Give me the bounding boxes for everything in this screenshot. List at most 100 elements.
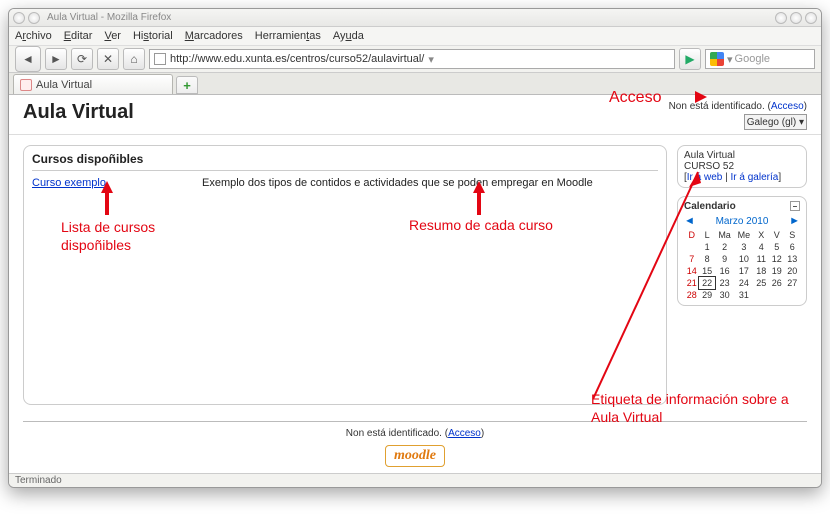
calendar-day[interactable]: 29 xyxy=(699,289,714,301)
calendar-prev-button[interactable]: ◄ xyxy=(684,215,695,227)
calendar-month[interactable]: Marzo 2010 xyxy=(716,216,769,227)
menu-ver[interactable]: Ver xyxy=(104,30,121,42)
calendar-day[interactable]: 26 xyxy=(769,277,784,289)
menu-historial[interactable]: Historial xyxy=(133,30,173,42)
window-titlebar: Aula Virtual - Mozilla Firefox xyxy=(9,9,821,27)
window-menu-icon[interactable] xyxy=(13,12,25,24)
browser-menubar: Archivo Editar Ver Historial Marcadores … xyxy=(9,27,821,45)
search-placeholder: Google xyxy=(735,53,770,65)
page-footer: Non está identificado. (Acceso) moodle xyxy=(23,421,807,467)
calendar-dow: Ma xyxy=(715,229,734,241)
calendar-day xyxy=(754,289,769,301)
calendar-day[interactable]: 13 xyxy=(784,253,800,265)
calendar-day[interactable]: 15 xyxy=(699,265,714,277)
calendar-day[interactable]: 24 xyxy=(734,277,753,289)
url-dropdown-icon[interactable]: ▾ xyxy=(428,53,434,66)
page-favicon-icon xyxy=(154,53,166,65)
info-link-web[interactable]: Ir á web xyxy=(687,172,723,183)
calendar-day[interactable]: 5 xyxy=(769,241,784,253)
page-title: Aula Virtual xyxy=(23,101,134,124)
calendar-day xyxy=(684,241,699,253)
nav-go-button[interactable]: ▶ xyxy=(679,48,701,70)
calendar-day[interactable]: 18 xyxy=(754,265,769,277)
calendar-dow: X xyxy=(754,229,769,241)
info-line2: CURSO 52 xyxy=(684,161,800,172)
calendar-dow: D xyxy=(684,229,699,241)
browser-tabstrip: Aula Virtual + xyxy=(9,73,821,95)
calendar-day[interactable]: 20 xyxy=(784,265,800,277)
calendar-title: Calendario xyxy=(684,201,736,212)
language-select[interactable]: Galego (gl) ▾ xyxy=(744,114,807,130)
nav-home-button[interactable]: ⌂ xyxy=(123,48,145,70)
calendar-day[interactable]: 1 xyxy=(699,241,714,253)
calendar-day[interactable]: 9 xyxy=(715,253,734,265)
course-row: Curso exemplo Exemplo dos tipos de conti… xyxy=(32,177,658,189)
window-close-icon[interactable] xyxy=(775,12,787,24)
calendar-day[interactable]: 28 xyxy=(684,289,699,301)
footer-login-link[interactable]: Acceso xyxy=(448,428,481,439)
calendar-day[interactable]: 12 xyxy=(769,253,784,265)
menu-ayuda[interactable]: Ayuda xyxy=(333,30,364,42)
calendar-block: Calendario – ◄ Marzo 2010 ► DLMaMeXVS 12… xyxy=(677,196,807,306)
courses-box: Cursos dispoñibles Curso exemplo Exemplo… xyxy=(23,145,667,405)
calendar-day[interactable]: 14 xyxy=(684,265,699,277)
calendar-day[interactable]: 3 xyxy=(734,241,753,253)
info-link-galeria[interactable]: Ir á galería xyxy=(731,172,779,183)
calendar-day[interactable]: 2 xyxy=(715,241,734,253)
window-min-icon[interactable] xyxy=(28,12,40,24)
calendar-day[interactable]: 7 xyxy=(684,253,699,265)
menu-marcadores[interactable]: Marcadores xyxy=(185,30,243,42)
calendar-day xyxy=(769,289,784,301)
calendar-day[interactable]: 6 xyxy=(784,241,800,253)
calendar-dow: L xyxy=(699,229,714,241)
tab-favicon-icon xyxy=(20,79,32,91)
url-bar[interactable]: http://www.edu.xunta.es/centros/curso52/… xyxy=(149,49,675,69)
nav-reload-button[interactable]: ⟳ xyxy=(71,48,93,70)
calendar-day[interactable]: 22 xyxy=(699,277,714,289)
calendar-dow: Me xyxy=(734,229,753,241)
calendar-next-button[interactable]: ► xyxy=(789,215,800,227)
calendar-day[interactable]: 25 xyxy=(754,277,769,289)
url-text: http://www.edu.xunta.es/centros/curso52/… xyxy=(170,53,424,65)
footer-login-text: Non está identificado. xyxy=(346,428,442,439)
calendar-day[interactable]: 23 xyxy=(715,277,734,289)
calendar-day xyxy=(784,289,800,301)
browser-statusbar: Terminado xyxy=(9,473,821,487)
login-link[interactable]: Acceso xyxy=(771,101,804,112)
browser-tab[interactable]: Aula Virtual xyxy=(13,74,173,94)
calendar-day[interactable]: 30 xyxy=(715,289,734,301)
calendar-day[interactable]: 31 xyxy=(734,289,753,301)
course-link[interactable]: Curso exemplo xyxy=(32,177,182,189)
nav-forward-button[interactable]: ► xyxy=(45,48,67,70)
courses-heading: Cursos dispoñibles xyxy=(32,152,658,171)
calendar-day[interactable]: 17 xyxy=(734,265,753,277)
calendar-day[interactable]: 8 xyxy=(699,253,714,265)
info-line1: Aula Virtual xyxy=(684,150,800,161)
page-header: Aula Virtual Non está identificado. (Acc… xyxy=(9,95,821,135)
info-block: Aula Virtual CURSO 52 [Ir á web | Ir á g… xyxy=(677,145,807,188)
calendar-day[interactable]: 4 xyxy=(754,241,769,253)
calendar-day[interactable]: 19 xyxy=(769,265,784,277)
moodle-logo[interactable]: moodle xyxy=(385,445,445,467)
menu-herramientas[interactable]: Herramientas xyxy=(255,30,321,42)
page-content: Aula Virtual Non está identificado. (Acc… xyxy=(9,95,821,473)
nav-stop-button[interactable]: ✕ xyxy=(97,48,119,70)
calendar-day[interactable]: 10 xyxy=(734,253,753,265)
status-text: Terminado xyxy=(15,475,62,486)
calendar-day[interactable]: 11 xyxy=(754,253,769,265)
calendar-day[interactable]: 16 xyxy=(715,265,734,277)
calendar-dow: S xyxy=(784,229,800,241)
search-bar[interactable]: ▾ Google xyxy=(705,49,815,69)
tab-label: Aula Virtual xyxy=(36,79,92,91)
course-description: Exemplo dos tipos de contidos e activida… xyxy=(202,177,658,189)
window-max-icon[interactable] xyxy=(790,12,802,24)
calendar-day[interactable]: 21 xyxy=(684,277,699,289)
menu-archivo[interactable]: Archivo xyxy=(15,30,52,42)
calendar-dow: V xyxy=(769,229,784,241)
menu-editar[interactable]: Editar xyxy=(64,30,93,42)
new-tab-button[interactable]: + xyxy=(176,76,198,94)
calendar-day[interactable]: 27 xyxy=(784,277,800,289)
calendar-collapse-icon[interactable]: – xyxy=(790,201,800,211)
nav-back-button[interactable]: ◄ xyxy=(15,46,41,72)
window-min2-icon[interactable] xyxy=(805,12,817,24)
